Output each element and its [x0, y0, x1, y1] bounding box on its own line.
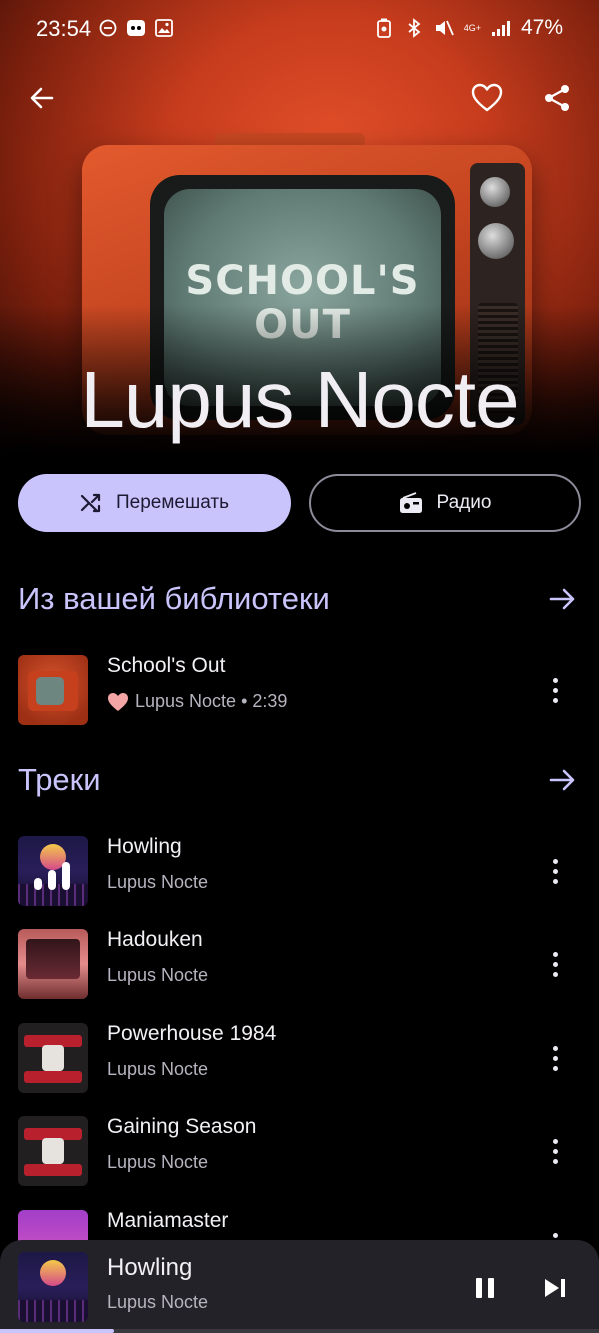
track-title: Gaining Season — [107, 1115, 257, 1138]
back-arrow-icon — [30, 87, 54, 109]
battery-percent: 47% — [520, 16, 563, 39]
library-see-all-button[interactable] — [545, 581, 581, 617]
gallery-icon — [154, 18, 174, 38]
artwork-figure — [42, 1138, 64, 1164]
track-title: Maniamaster — [107, 1209, 229, 1232]
status-notification-icons — [98, 18, 174, 38]
library-track-row[interactable]: School's Out Lupus Nocte • 2:39 — [0, 650, 599, 730]
mini-tv-screen — [36, 677, 64, 705]
track-artist: Lupus Nocte — [107, 1152, 209, 1172]
status-bar: 23:54 4G+ 47% — [0, 0, 599, 60]
now-playing-artwork — [18, 1252, 88, 1322]
back-button[interactable] — [22, 78, 62, 118]
track-artist: Lupus Nocte — [107, 965, 209, 985]
tv-knob — [480, 177, 510, 207]
artist-hero: SCHOOL'S OUT Lupus Nocte — [0, 0, 599, 455]
track-artist: Lupus Nocte — [107, 1059, 209, 1079]
more-options-button[interactable] — [540, 944, 570, 984]
heart-outline-icon — [471, 83, 503, 112]
track-artwork — [18, 655, 88, 725]
shuffle-button[interactable]: Перемешать — [18, 474, 291, 532]
mini-player[interactable]: Howling Lupus Nocte — [0, 1240, 599, 1333]
track-row[interactable]: Gaining Season Lupus Nocte — [0, 1111, 599, 1191]
share-icon — [545, 85, 569, 111]
tracks-section-title: Треки — [18, 762, 101, 797]
radio-label: Радио — [436, 492, 492, 513]
arrow-right-icon — [549, 588, 575, 610]
next-track-button[interactable] — [537, 1270, 573, 1306]
now-playing-title: Howling — [107, 1254, 193, 1281]
mini-tv — [28, 671, 78, 711]
arrow-right-icon — [549, 769, 575, 791]
radio-button[interactable]: Радио — [309, 474, 581, 532]
track-row[interactable]: Howling Lupus Nocte — [0, 831, 599, 911]
library-section-title: Из вашей библиотеки — [18, 581, 330, 616]
app-notification-icon — [126, 18, 146, 38]
network-type-icon: 4G+ — [464, 18, 481, 38]
track-artist: Lupus Nocte — [107, 872, 209, 892]
track-artwork — [18, 929, 88, 999]
pause-icon — [476, 1278, 494, 1298]
track-row[interactable]: Powerhouse 1984 Lupus Nocte — [0, 1018, 599, 1098]
share-button[interactable] — [537, 78, 577, 118]
track-title: Powerhouse 1984 — [107, 1022, 277, 1045]
battery-saver-icon — [374, 18, 394, 38]
playback-progress-track[interactable] — [0, 1329, 599, 1333]
do-not-disturb-icon — [98, 18, 118, 38]
track-title: School's Out — [107, 654, 226, 677]
track-artwork — [18, 836, 88, 906]
artist-name: Lupus Nocte — [80, 355, 519, 444]
mute-icon — [434, 18, 454, 38]
more-options-button[interactable] — [540, 851, 570, 891]
favorite-button[interactable] — [467, 78, 507, 118]
track-meta: Lupus Nocte • 2:39 — [107, 691, 287, 712]
artwork-figure — [42, 1045, 64, 1071]
artwork-sun — [40, 1260, 66, 1286]
pause-button[interactable] — [467, 1270, 503, 1306]
track-artwork — [18, 1116, 88, 1186]
track-row[interactable]: Hadouken Lupus Nocte — [0, 924, 599, 1004]
track-title: Howling — [107, 835, 182, 858]
now-playing-equalizer-icon — [34, 860, 74, 890]
track-title: Hadouken — [107, 928, 203, 951]
skip-next-icon — [545, 1279, 565, 1297]
status-time: 23:54 — [36, 16, 92, 41]
status-system-icons: 4G+ 47% — [374, 16, 563, 40]
artwork-logo-bottom — [24, 1164, 82, 1176]
signal-icon — [491, 18, 511, 38]
liked-heart-icon — [108, 692, 128, 711]
network-type-label: 4G+ — [463, 22, 481, 33]
artwork-screen — [26, 939, 80, 979]
bluetooth-icon — [404, 18, 424, 38]
track-artist-duration: Lupus Nocte • 2:39 — [135, 691, 288, 711]
radio-icon — [399, 492, 422, 513]
shuffle-label: Перемешать — [116, 492, 229, 513]
track-artwork — [18, 1023, 88, 1093]
now-playing-artist: Lupus Nocte — [107, 1292, 209, 1312]
artwork-grid — [18, 1300, 88, 1322]
more-options-button[interactable] — [540, 1131, 570, 1171]
playback-progress-fill — [0, 1329, 114, 1333]
tracks-see-all-button[interactable] — [545, 762, 581, 798]
shuffle-icon — [80, 493, 101, 513]
more-options-button[interactable] — [540, 670, 570, 710]
artwork-logo-bottom — [24, 1071, 82, 1083]
tv-knob — [478, 223, 514, 259]
library-section-header[interactable]: Из вашей библиотеки — [18, 579, 581, 619]
tracks-section-header[interactable]: Треки — [18, 760, 581, 800]
more-options-button[interactable] — [540, 1038, 570, 1078]
